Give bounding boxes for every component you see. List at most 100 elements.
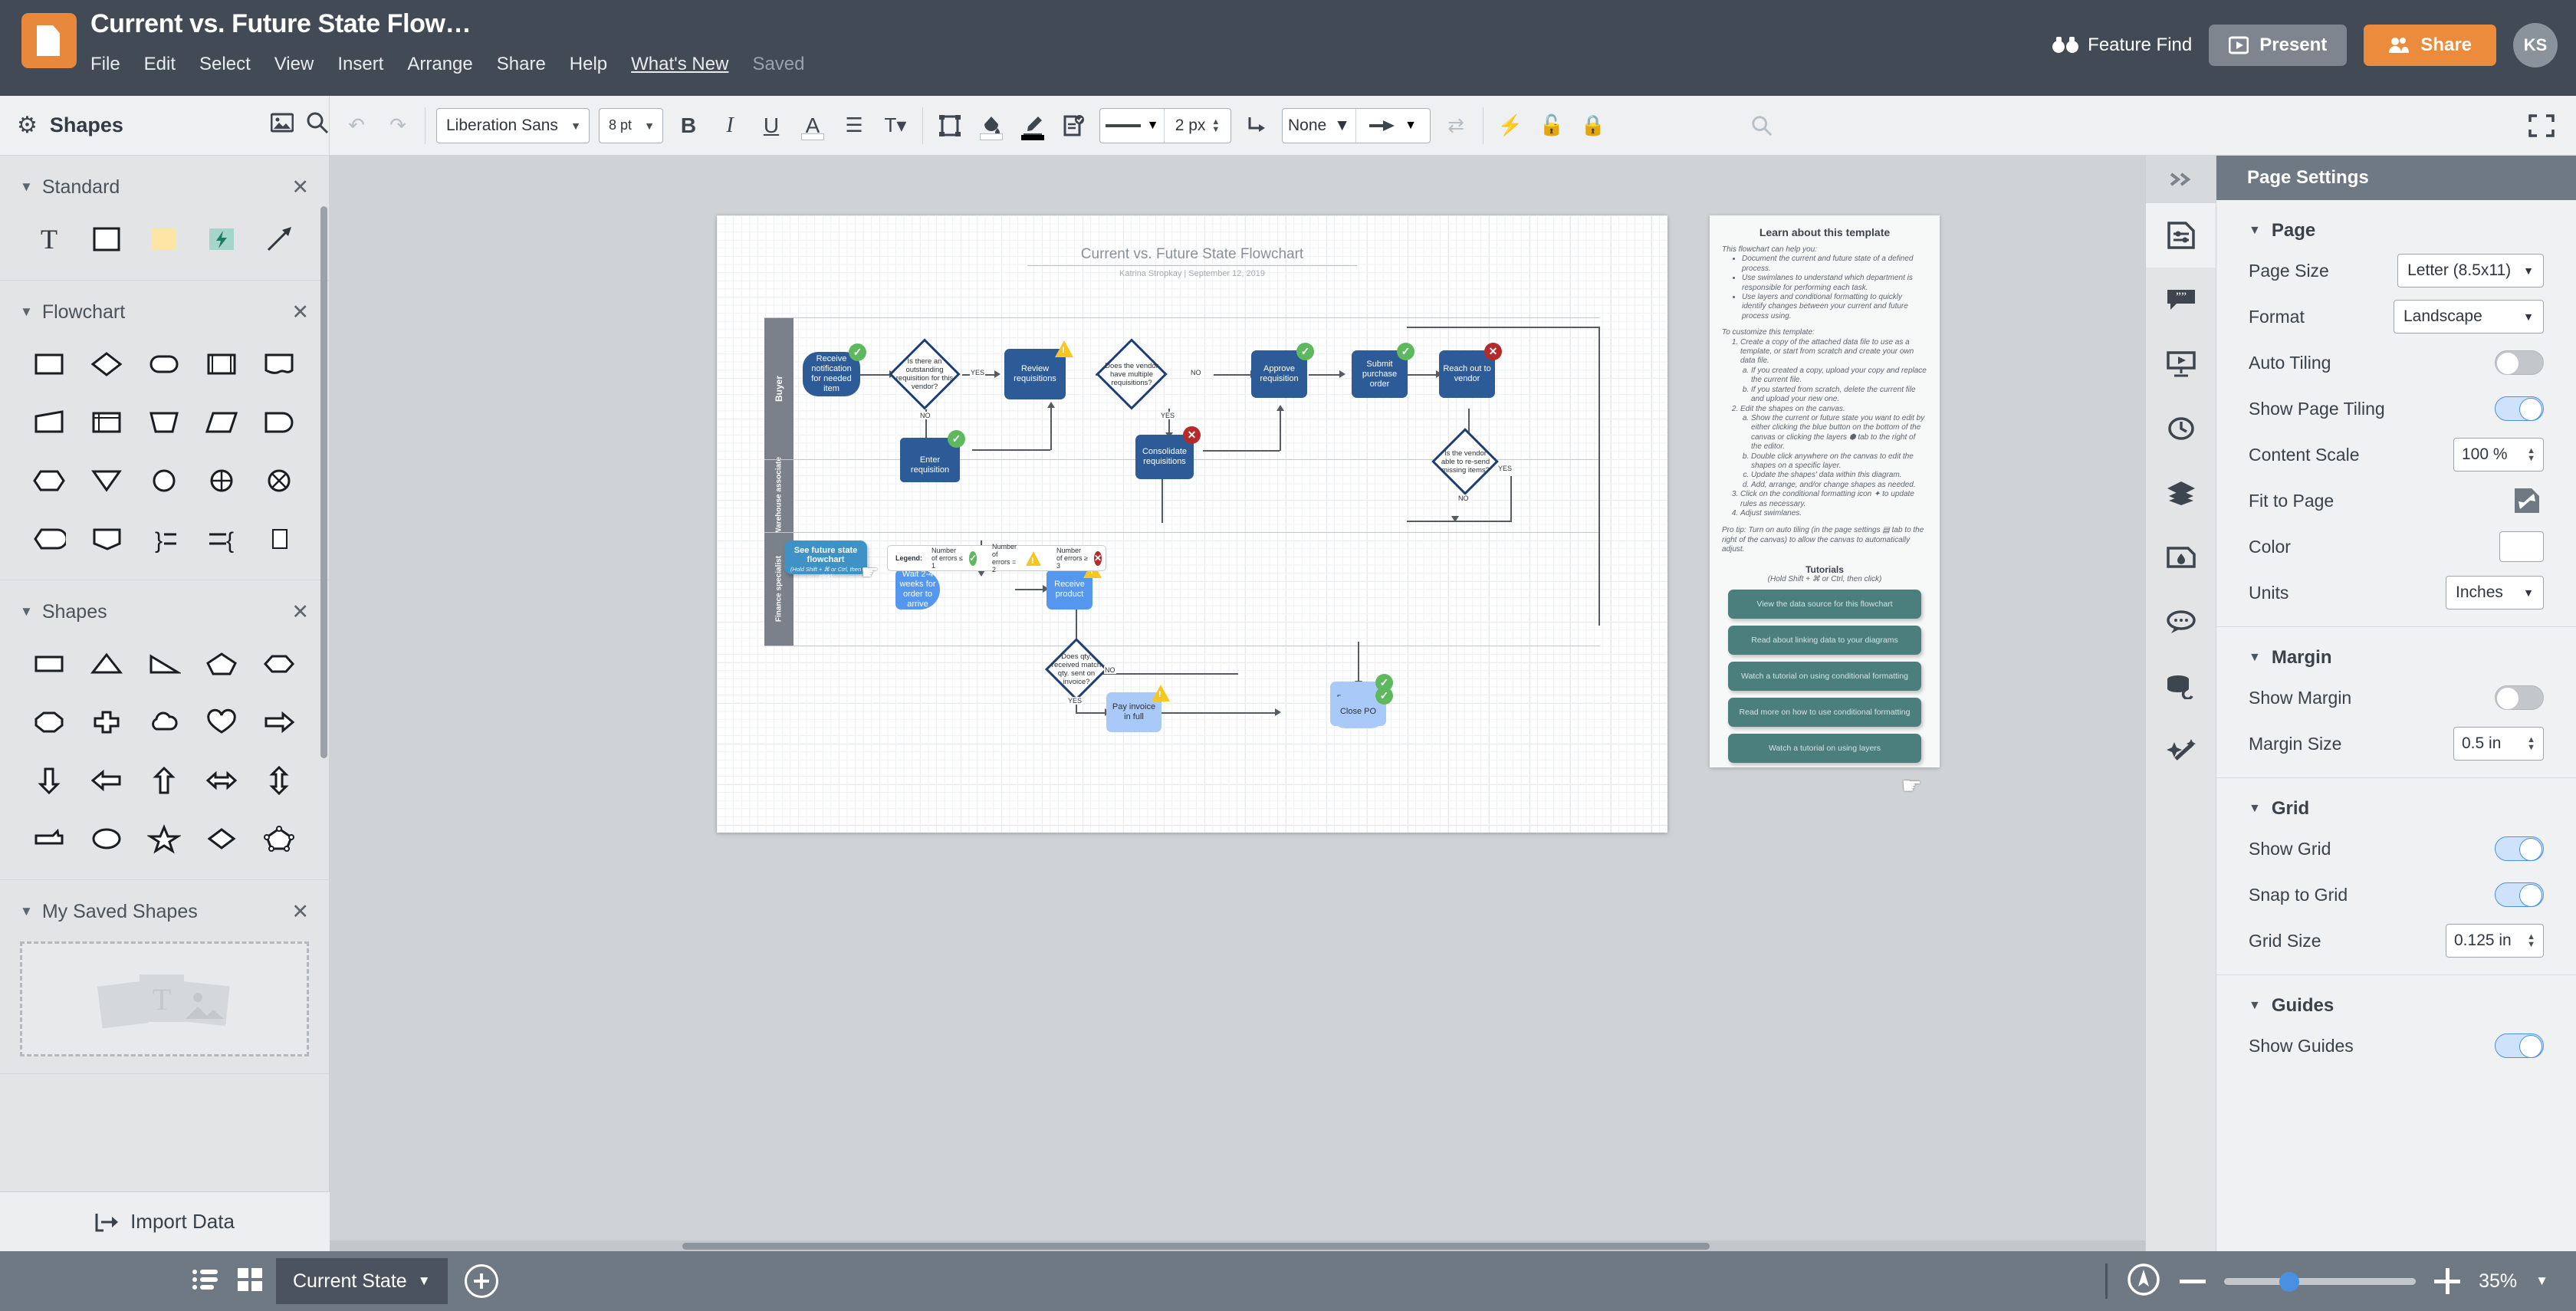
menu-item-select[interactable]: Select bbox=[199, 54, 251, 75]
document-title[interactable]: Current vs. Future State Flow… bbox=[90, 9, 472, 39]
shape-diamond[interactable] bbox=[192, 815, 250, 863]
menu-item-help[interactable]: Help bbox=[570, 54, 607, 75]
show-grid-toggle[interactable] bbox=[2495, 836, 2544, 861]
shape-summing-junction[interactable] bbox=[192, 457, 250, 504]
menu-item-insert[interactable]: Insert bbox=[337, 54, 383, 75]
bold-icon[interactable]: B bbox=[672, 110, 705, 142]
show-margin-toggle[interactable] bbox=[2495, 685, 2544, 710]
canvas-horizontal-scrollbar[interactable] bbox=[330, 1240, 2449, 1251]
fill-color-icon[interactable] bbox=[975, 110, 1007, 142]
pan-tool-icon[interactable] bbox=[2126, 1262, 2161, 1301]
shapes-panel-scrollbar[interactable] bbox=[320, 206, 327, 758]
shape-display[interactable] bbox=[20, 515, 77, 563]
italic-icon[interactable]: I bbox=[714, 110, 746, 142]
shape-double-arrow-h[interactable] bbox=[192, 757, 250, 804]
saved-shapes-dropzone[interactable]: T bbox=[20, 941, 309, 1056]
section-header[interactable]: ▼ Guides bbox=[2216, 989, 2576, 1023]
fullscreen-icon[interactable] bbox=[2525, 110, 2558, 142]
feature-find-button[interactable]: Feature Find bbox=[2052, 34, 2192, 56]
shape-cloud[interactable] bbox=[135, 698, 192, 746]
shape-callout[interactable] bbox=[20, 815, 77, 863]
undo-icon[interactable]: ↶ bbox=[340, 110, 373, 142]
shape-text[interactable]: T bbox=[20, 215, 77, 263]
zoom-level-value[interactable]: 35% bbox=[2479, 1270, 2517, 1293]
data-link-icon[interactable] bbox=[2146, 654, 2216, 718]
chat-bubble-icon[interactable] bbox=[2146, 590, 2216, 654]
close-icon[interactable]: ✕ bbox=[291, 301, 309, 324]
template-info-card[interactable]: Learn about this template This flowchart… bbox=[1710, 215, 1940, 767]
lock-closed-icon[interactable]: 🔒 bbox=[1577, 110, 1609, 142]
image-fill-icon[interactable] bbox=[2146, 525, 2216, 590]
shape-lightning[interactable] bbox=[192, 215, 250, 263]
auto-tiling-toggle[interactable] bbox=[2495, 350, 2544, 375]
see-future-state-button[interactable]: See future state flowchart (Hold Shift +… bbox=[784, 540, 867, 580]
shape-manual-input[interactable] bbox=[20, 399, 77, 446]
page-color-swatch[interactable] bbox=[2499, 531, 2544, 562]
app-logo-icon[interactable] bbox=[21, 13, 77, 68]
shape-internal-storage[interactable] bbox=[77, 399, 135, 446]
conditional-format-icon[interactable] bbox=[1058, 110, 1090, 142]
shape-group-header[interactable]: ▼ Shapes ✕ bbox=[0, 594, 329, 629]
underline-icon[interactable]: U bbox=[755, 110, 787, 142]
shape-border-icon[interactable] bbox=[934, 110, 966, 142]
shape-or-gate[interactable] bbox=[250, 457, 307, 504]
zoom-in-icon[interactable] bbox=[2434, 1268, 2461, 1294]
shapes-library-panel[interactable]: ▼ Standard ✕ T ▼ Flowchart ✕} {▼ Shape… bbox=[0, 156, 330, 1251]
shape-ellipse[interactable] bbox=[77, 815, 135, 863]
zoom-out-icon[interactable] bbox=[2180, 1279, 2206, 1283]
fit-to-page-icon[interactable] bbox=[2510, 485, 2544, 517]
line-width-stepper[interactable]: 2 px ▲ ▼ bbox=[1165, 117, 1230, 135]
menu-item-share[interactable]: Share bbox=[497, 54, 546, 75]
shape-right-triangle[interactable] bbox=[135, 640, 192, 688]
scrollbar-thumb[interactable] bbox=[682, 1243, 1710, 1250]
shape-process[interactable] bbox=[20, 340, 77, 388]
shape-group-header[interactable]: ▼ Standard ✕ bbox=[0, 169, 329, 205]
lightning-icon[interactable]: ⚡ bbox=[1494, 110, 1526, 142]
shape-group-header[interactable]: ▼ My Saved Shapes ✕ bbox=[0, 894, 329, 929]
redo-icon[interactable]: ↷ bbox=[382, 110, 414, 142]
show-page-tiling-toggle[interactable] bbox=[2495, 396, 2544, 421]
present-icon[interactable] bbox=[2146, 332, 2216, 396]
text-color-icon[interactable]: A bbox=[797, 110, 829, 142]
search-dim-icon[interactable] bbox=[1746, 110, 1778, 142]
font-size-select[interactable]: 8 pt ▼ bbox=[599, 107, 663, 143]
shape-heart[interactable] bbox=[192, 698, 250, 746]
collapse-chevrons-icon[interactable] bbox=[2146, 156, 2216, 203]
shape-document[interactable] bbox=[250, 340, 307, 388]
menu-item-whats-new[interactable]: What's New bbox=[631, 54, 728, 75]
margin-size-stepper[interactable]: 0.5 in ▲ ▼ bbox=[2453, 727, 2544, 761]
tutorial-button-linking-data[interactable]: Read about linking data to your diagrams bbox=[1728, 625, 1921, 655]
zoom-slider[interactable] bbox=[2224, 1271, 2417, 1292]
section-header[interactable]: ▼ Page bbox=[2216, 214, 2576, 248]
shape-double-arrow-v[interactable] bbox=[250, 757, 307, 804]
shape-pentagon[interactable] bbox=[192, 640, 250, 688]
diagram-page[interactable]: Current vs. Future State Flowchart Katri… bbox=[717, 215, 1668, 833]
shape-brace-pair[interactable]: { bbox=[192, 515, 250, 563]
tutorial-button-watch-conditional-formatting[interactable]: Watch a tutorial on using conditional fo… bbox=[1728, 661, 1921, 691]
menu-item-file[interactable]: File bbox=[90, 54, 120, 75]
line-style-preview[interactable]: ▼ bbox=[1100, 108, 1165, 143]
close-icon[interactable]: ✕ bbox=[291, 600, 309, 624]
shape-group-header[interactable]: ▼ Flowchart ✕ bbox=[0, 294, 329, 330]
search-icon[interactable] bbox=[306, 111, 329, 140]
page-tab-current-state[interactable]: Current State ▼ bbox=[276, 1258, 448, 1304]
tutorial-button-data-source[interactable]: View the data source for this flowchart bbox=[1728, 589, 1921, 619]
shape-cross[interactable] bbox=[77, 698, 135, 746]
shape-manual-operation[interactable] bbox=[135, 399, 192, 446]
arrow-end-select[interactable]: ▼ bbox=[1356, 109, 1430, 143]
flip-direction-icon[interactable]: ⇄ bbox=[1440, 110, 1472, 142]
lock-open-icon[interactable]: 🔓 bbox=[1536, 110, 1568, 142]
page-settings-panel[interactable]: Page Settings ▼ Page Page Size Letter (8… bbox=[2216, 156, 2576, 1251]
share-button[interactable]: Share bbox=[2364, 25, 2496, 66]
shape-brace-right[interactable]: } bbox=[135, 515, 192, 563]
magic-wand-icon[interactable] bbox=[2146, 718, 2216, 783]
text-align-icon[interactable]: ☰ bbox=[838, 110, 870, 142]
shape-rectangle[interactable] bbox=[77, 215, 135, 263]
shape-merge[interactable] bbox=[77, 457, 135, 504]
shape-arrow[interactable] bbox=[250, 215, 307, 263]
line-jump-icon[interactable] bbox=[1240, 110, 1273, 142]
shape-block-arrow-left[interactable] bbox=[77, 757, 135, 804]
image-icon[interactable] bbox=[270, 113, 294, 138]
add-page-icon[interactable] bbox=[464, 1264, 498, 1298]
shape-block-arrow-right[interactable] bbox=[250, 698, 307, 746]
